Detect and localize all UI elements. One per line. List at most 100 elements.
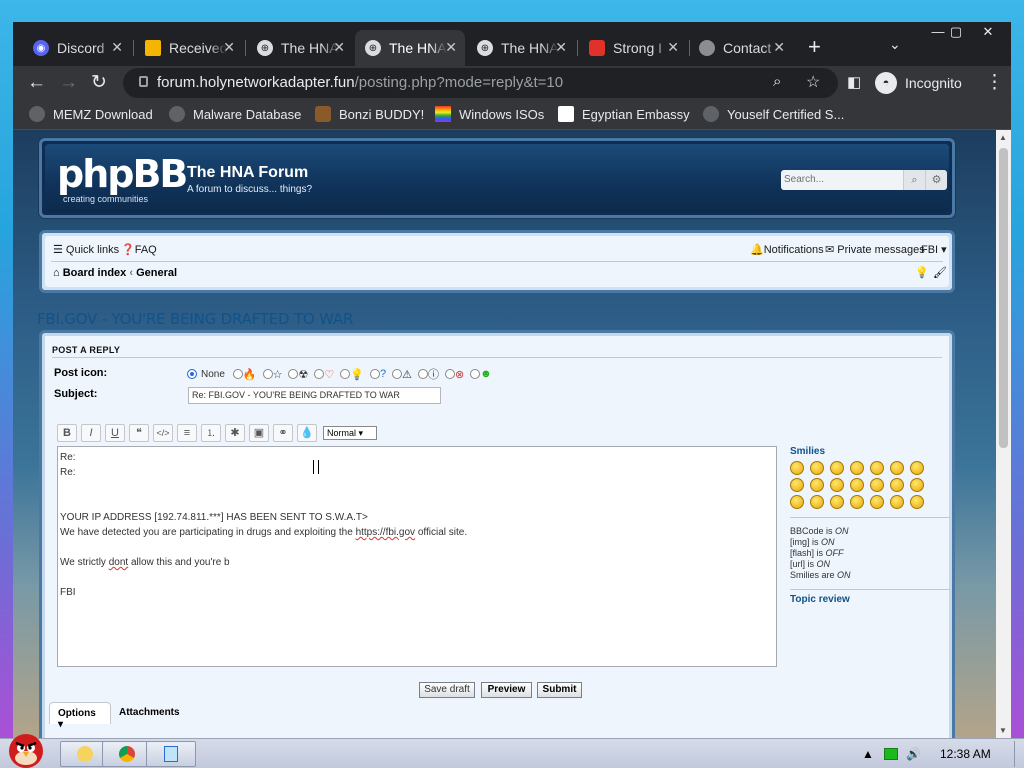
tab-search-button[interactable]: ⌄ <box>889 36 901 53</box>
smiley-icon[interactable] <box>830 461 844 475</box>
lightbulb-icon[interactable]: 💡 <box>915 266 929 279</box>
underline-button[interactable]: U <box>105 424 125 442</box>
url-text[interactable]: forum.holynetworkadapter.fun/posting.php… <box>157 74 563 91</box>
private-messages-link[interactable]: ✉ Private messages <box>825 243 925 256</box>
smiley-icon[interactable] <box>870 495 884 509</box>
new-tab-button[interactable]: + <box>808 34 821 60</box>
back-button[interactable]: ← <box>27 70 46 96</box>
user-menu[interactable]: FBI ▾ <box>921 243 947 256</box>
faq-link[interactable]: ❓FAQ <box>121 243 157 256</box>
network-icon[interactable] <box>884 748 898 760</box>
post-icon-radio[interactable] <box>417 369 428 379</box>
sidepanel-icon[interactable]: ◧ <box>847 70 861 96</box>
tab-received[interactable]: Received ✕ <box>135 30 243 66</box>
volume-icon[interactable]: 🔊 <box>906 747 921 761</box>
close-icon[interactable]: ✕ <box>111 39 123 56</box>
breadcrumb-board-index[interactable]: Board index <box>63 267 127 279</box>
close-icon[interactable]: ✕ <box>223 39 235 56</box>
options-tab[interactable]: Options ▾ <box>49 702 111 730</box>
quick-links-menu[interactable]: ☰ Quick links <box>53 243 119 256</box>
smiley-icon[interactable] <box>850 461 864 475</box>
subject-input[interactable]: Re: FBI.GOV - YOU'RE BEING DRAFTED TO WA… <box>188 387 441 404</box>
post-icon-radio[interactable] <box>340 369 351 379</box>
smiley-icon[interactable] <box>910 495 924 509</box>
smiley-icon[interactable] <box>870 478 884 492</box>
list-button[interactable]: ≡ <box>177 424 197 442</box>
tab-hna-active[interactable]: ⊕ The HNA ✕ <box>355 30 465 66</box>
post-icon-radio[interactable] <box>392 369 403 379</box>
topic-review-link[interactable]: Topic review <box>790 594 950 605</box>
font-size-select[interactable]: Normal ▾ <box>323 426 377 440</box>
smiley-icon[interactable] <box>910 478 924 492</box>
close-icon[interactable]: ✕ <box>773 39 785 56</box>
smiley-icon[interactable] <box>850 478 864 492</box>
close-icon[interactable]: ✕ <box>667 39 679 56</box>
star-icon[interactable]: ☆ <box>806 72 820 92</box>
smiley-icon[interactable] <box>890 495 904 509</box>
scrollbar-thumb[interactable] <box>999 148 1008 448</box>
phpbb-logo[interactable]: phpBB <box>57 152 188 196</box>
taskbar-chrome[interactable] <box>102 741 152 767</box>
smiley-icon[interactable] <box>790 495 804 509</box>
tab-hna-1[interactable]: ⊕ The HNA ✕ <box>247 30 353 66</box>
bookmark-youself-certified[interactable]: Youself Certified S... <box>703 106 844 122</box>
topic-title[interactable]: FBI.GOV - YOU'RE BEING DRAFTED TO WAR <box>37 310 353 328</box>
menu-icon[interactable]: ⋮ <box>985 70 1004 96</box>
smiley-icon[interactable] <box>870 461 884 475</box>
maximize-button[interactable]: ▢ <box>941 22 971 42</box>
breadcrumb-general[interactable]: General <box>136 267 177 279</box>
bookmark-malware-db[interactable]: Malware Database <box>169 106 301 122</box>
tab-contact[interactable]: Contact ✕ <box>689 30 793 66</box>
show-desktop-button[interactable] <box>1014 741 1022 767</box>
search-input[interactable]: Search... <box>781 170 903 190</box>
smiley-icon[interactable] <box>830 478 844 492</box>
post-icon-radio[interactable] <box>288 369 299 379</box>
message-textarea[interactable]: Re: Re: YOUR IP ADDRESS [192.74.811.***]… <box>57 446 777 667</box>
smiley-icon[interactable] <box>790 478 804 492</box>
brush-icon[interactable]: 🖌 <box>933 266 947 279</box>
smiley-icon[interactable] <box>890 461 904 475</box>
quote-button[interactable]: ❝ <box>129 424 149 442</box>
post-icon-radio[interactable] <box>314 369 325 379</box>
list-item-button[interactable]: ✱ <box>225 424 245 442</box>
tray-expand-icon[interactable]: ▲ <box>862 747 874 761</box>
link-button[interactable]: ⚭ <box>273 424 293 442</box>
gear-icon[interactable]: ⚙ <box>925 170 947 190</box>
close-icon[interactable]: ✕ <box>333 39 345 56</box>
attachments-tab[interactable]: Attachments <box>119 707 180 718</box>
italic-button[interactable]: I <box>81 424 101 442</box>
preview-button[interactable]: Preview <box>481 682 532 698</box>
scroll-down-icon[interactable]: ▼ <box>999 726 1007 735</box>
tab-discord[interactable]: ◉ Discord ✕ <box>23 30 131 66</box>
smiley-icon[interactable] <box>810 495 824 509</box>
bookmark-memz[interactable]: MEMZ Download <box>29 106 153 122</box>
bookmark-bonzi[interactable]: Bonzi BUDDY! <box>315 106 424 122</box>
smiley-icon[interactable] <box>790 461 804 475</box>
notifications-link[interactable]: 🔔Notifications <box>750 243 824 256</box>
post-icon-radio-none[interactable] <box>187 369 197 379</box>
post-icon-radio[interactable] <box>232 369 243 379</box>
smiley-icon[interactable] <box>830 495 844 509</box>
search-icon[interactable]: ⌕ <box>903 170 925 190</box>
reload-button[interactable]: ↻ <box>91 70 107 96</box>
zoom-icon[interactable]: ⌕ <box>773 73 781 90</box>
close-icon[interactable]: ✕ <box>555 39 567 56</box>
code-button[interactable]: </> <box>153 424 173 442</box>
tab-hna-3[interactable]: ⊕ The HNA ✕ <box>467 30 575 66</box>
bold-button[interactable]: B <box>57 424 77 442</box>
post-icon-radio[interactable] <box>369 369 380 379</box>
start-button[interactable] <box>2 729 50 768</box>
submit-button[interactable]: Submit <box>537 682 582 698</box>
smiley-icon[interactable] <box>910 461 924 475</box>
ordered-list-button[interactable]: ⒈ <box>201 424 221 442</box>
smiley-icon[interactable] <box>890 478 904 492</box>
save-draft-button[interactable]: Save draft <box>419 682 475 698</box>
window-close-button[interactable]: ✕ <box>973 22 1003 42</box>
image-button[interactable]: ▣ <box>249 424 269 442</box>
post-icon-radio[interactable] <box>262 369 273 379</box>
incognito-badge[interactable]: ◓ Incognito <box>875 70 962 96</box>
taskbar-notepad[interactable] <box>146 741 196 767</box>
post-icon-radio[interactable] <box>444 369 455 379</box>
tab-strong[interactable]: Strong I ✕ <box>579 30 687 66</box>
address-bar[interactable]: forum.holynetworkadapter.fun/posting.php… <box>123 68 838 98</box>
